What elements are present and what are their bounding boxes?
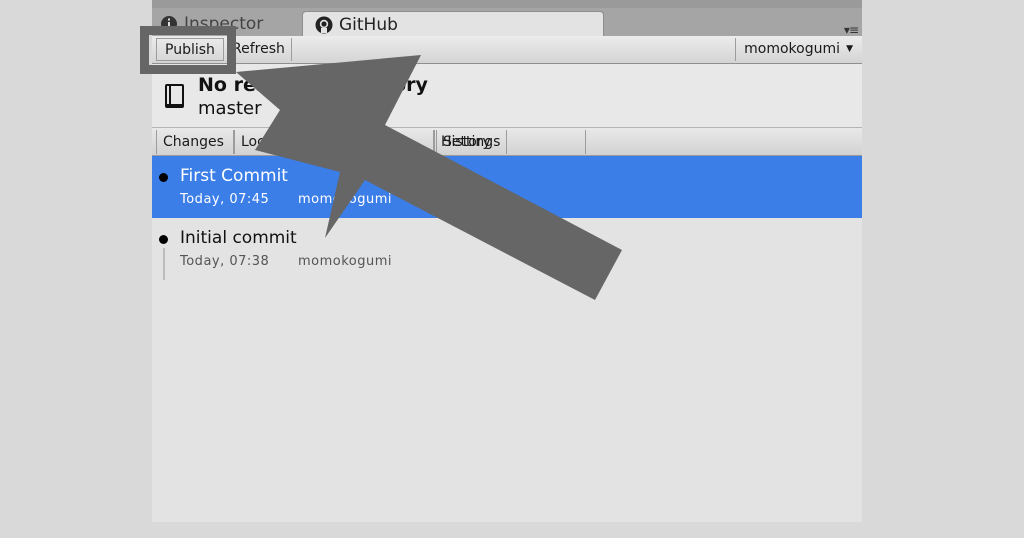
book-icon: [165, 84, 184, 108]
commit-message: Initial commit: [180, 228, 297, 248]
timeline-line: [163, 248, 165, 280]
annotation-highlight-box: [140, 26, 236, 74]
tab-github[interactable]: GitHub: [302, 11, 604, 37]
window-tab-strip: Inspector GitHub ▾≡: [152, 0, 862, 37]
chevron-down-icon: ▼: [846, 44, 853, 54]
user-name: momokogumi: [744, 41, 840, 57]
commit-message: First Commit: [180, 166, 288, 186]
tab-settings[interactable]: Settings: [436, 130, 508, 154]
commit-dot: [159, 235, 168, 244]
tab-changes[interactable]: Changes: [156, 130, 234, 154]
repo-branch: master: [198, 98, 262, 119]
subtab-bar: Changes Locks History Settings: [152, 128, 862, 156]
tab-github-label: GitHub: [339, 14, 398, 35]
tab-locks[interactable]: Locks: [234, 130, 434, 154]
commit-date: Today, 07:38: [180, 254, 270, 269]
repo-header: No remote repository master: [152, 64, 862, 128]
github-icon: [315, 16, 333, 33]
github-panel: Inspector GitHub ▾≡ Publish Refresh momo…: [152, 0, 862, 522]
panel-menu-icon[interactable]: ▾≡: [844, 23, 859, 37]
timeline-line: [163, 186, 165, 218]
toolbar: Publish Refresh momokogumi ▼: [152, 36, 862, 64]
commit-dot: [159, 173, 168, 182]
commit-date: Today, 07:45: [180, 192, 270, 207]
commit-author: momokogumi: [298, 254, 393, 269]
commit-author: momokogumi: [298, 192, 393, 207]
user-dropdown[interactable]: momokogumi ▼: [735, 38, 858, 61]
history-item[interactable]: Initial commit Today, 07:38 momokogumi: [152, 218, 862, 280]
history-item[interactable]: First Commit Today, 07:45 momokogumi: [152, 156, 862, 218]
repo-title: No remote repository: [198, 74, 428, 96]
